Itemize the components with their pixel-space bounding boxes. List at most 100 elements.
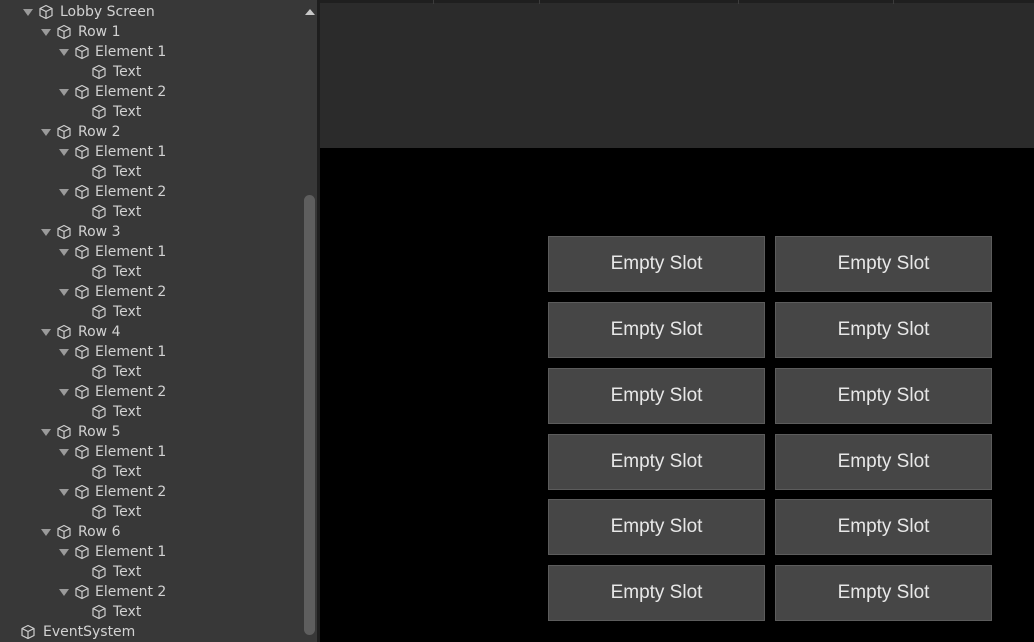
- hierarchy-item[interactable]: Lobby Screen: [0, 2, 300, 22]
- foldout-arrow-icon[interactable]: [58, 82, 70, 102]
- gameobject-cube-icon: [56, 124, 72, 140]
- hierarchy-item[interactable]: Element 1: [0, 442, 300, 462]
- hierarchy-item-label: Element 2: [95, 484, 167, 500]
- gameobject-cube-icon: [91, 564, 107, 580]
- foldout-arrow-icon[interactable]: [58, 582, 70, 602]
- foldout-arrow-icon[interactable]: [58, 382, 70, 402]
- foldout-arrow-icon[interactable]: [58, 482, 70, 502]
- toolbar-separator: [433, 0, 434, 4]
- hierarchy-item[interactable]: Text: [0, 402, 300, 422]
- hierarchy-item[interactable]: Text: [0, 362, 300, 382]
- hierarchy-item[interactable]: Text: [0, 102, 300, 122]
- gameobject-cube-icon: [74, 244, 90, 260]
- gameobject-cube-icon: [74, 84, 90, 100]
- gameobject-cube-icon: [38, 4, 54, 20]
- gameobject-cube-icon: [91, 504, 107, 520]
- hierarchy-item[interactable]: Text: [0, 562, 300, 582]
- empty-slot-button[interactable]: Empty Slot: [548, 565, 765, 621]
- empty-slot-button[interactable]: Empty Slot: [775, 565, 992, 621]
- gameobject-cube-icon: [74, 184, 90, 200]
- foldout-arrow-icon[interactable]: [58, 42, 70, 62]
- foldout-arrow-icon[interactable]: [22, 2, 34, 22]
- hierarchy-item[interactable]: Row 2: [0, 122, 300, 142]
- empty-slot-button[interactable]: Empty Slot: [775, 499, 992, 555]
- hierarchy-item[interactable]: Text: [0, 302, 300, 322]
- hierarchy-item[interactable]: Element 1: [0, 242, 300, 262]
- hierarchy-item[interactable]: Row 5: [0, 422, 300, 442]
- foldout-arrow-icon[interactable]: [40, 222, 52, 242]
- hierarchy-item[interactable]: Element 2: [0, 382, 300, 402]
- gameobject-cube-icon: [74, 584, 90, 600]
- foldout-arrow-icon[interactable]: [40, 22, 52, 42]
- empty-slot-button[interactable]: Empty Slot: [548, 499, 765, 555]
- foldout-arrow-icon[interactable]: [58, 282, 70, 302]
- hierarchy-item[interactable]: Element 2: [0, 282, 300, 302]
- hierarchy-item[interactable]: Row 6: [0, 522, 300, 542]
- gameobject-cube-icon: [91, 304, 107, 320]
- gameobject-cube-icon: [56, 424, 72, 440]
- gameobject-cube-icon: [91, 104, 107, 120]
- foldout-arrow-icon[interactable]: [40, 122, 52, 142]
- hierarchy-item[interactable]: Text: [0, 62, 300, 82]
- hierarchy-item[interactable]: Element 2: [0, 182, 300, 202]
- hierarchy-item[interactable]: Element 2: [0, 482, 300, 502]
- hierarchy-item-label: Text: [113, 604, 142, 620]
- hierarchy-item-label: Text: [113, 104, 142, 120]
- hierarchy-item[interactable]: Text: [0, 502, 300, 522]
- hierarchy-item[interactable]: Row 1: [0, 22, 300, 42]
- hierarchy-item[interactable]: Text: [0, 462, 300, 482]
- hierarchy-item[interactable]: Element 2: [0, 582, 300, 602]
- empty-slot-button[interactable]: Empty Slot: [548, 368, 765, 424]
- empty-slot-button[interactable]: Empty Slot: [775, 236, 992, 292]
- gameobject-cube-icon: [91, 464, 107, 480]
- foldout-arrow-icon[interactable]: [58, 542, 70, 562]
- gameobject-cube-icon: [56, 24, 72, 40]
- hierarchy-item[interactable]: Text: [0, 162, 300, 182]
- hierarchy-item-label: Text: [113, 304, 142, 320]
- empty-slot-button[interactable]: Empty Slot: [548, 434, 765, 490]
- empty-slot-button[interactable]: Empty Slot: [775, 302, 992, 358]
- foldout-arrow-icon[interactable]: [58, 242, 70, 262]
- hierarchy-item-label: Element 1: [95, 144, 167, 160]
- gameobject-cube-icon: [56, 324, 72, 340]
- scroll-up-arrow-icon[interactable]: [303, 4, 317, 18]
- gameobject-cube-icon: [56, 224, 72, 240]
- hierarchy-item[interactable]: EventSystem: [0, 622, 300, 642]
- hierarchy-item-label: Row 6: [78, 524, 121, 540]
- foldout-arrow-icon[interactable]: [40, 522, 52, 542]
- foldout-arrow-icon[interactable]: [58, 142, 70, 162]
- hierarchy-item-label: Element 2: [95, 384, 167, 400]
- hierarchy-item[interactable]: Element 1: [0, 42, 300, 62]
- hierarchy-item-label: Element 2: [95, 284, 167, 300]
- gameobject-cube-icon: [91, 204, 107, 220]
- foldout-arrow-icon[interactable]: [58, 182, 70, 202]
- foldout-arrow-icon[interactable]: [58, 442, 70, 462]
- hierarchy-item[interactable]: Text: [0, 202, 300, 222]
- hierarchy-item[interactable]: Element 1: [0, 542, 300, 562]
- hierarchy-item-label: Text: [113, 264, 142, 280]
- scrollbar-thumb[interactable]: [304, 195, 315, 635]
- empty-slot-button[interactable]: Empty Slot: [548, 236, 765, 292]
- empty-slot-button[interactable]: Empty Slot: [548, 302, 765, 358]
- toolbar-separator: [738, 0, 739, 4]
- hierarchy-item[interactable]: Text: [0, 262, 300, 282]
- hierarchy-item-label: Text: [113, 564, 142, 580]
- hierarchy-item[interactable]: Element 1: [0, 142, 300, 162]
- hierarchy-item[interactable]: Element 1: [0, 342, 300, 362]
- foldout-arrow-icon[interactable]: [40, 422, 52, 442]
- hierarchy-item[interactable]: Text: [0, 602, 300, 622]
- hierarchy-item-label: Text: [113, 404, 142, 420]
- hierarchy-item-label: Row 2: [78, 124, 121, 140]
- hierarchy-item[interactable]: Row 4: [0, 322, 300, 342]
- hierarchy-item[interactable]: Element 2: [0, 82, 300, 102]
- scene-view-panel: [320, 0, 1034, 148]
- empty-slot-button[interactable]: Empty Slot: [775, 368, 992, 424]
- toolbar-separator: [539, 0, 540, 4]
- foldout-arrow-icon[interactable]: [58, 342, 70, 362]
- hierarchy-item[interactable]: Row 3: [0, 222, 300, 242]
- foldout-arrow-icon[interactable]: [40, 322, 52, 342]
- gameobject-cube-icon: [74, 544, 90, 560]
- empty-slot-button[interactable]: Empty Slot: [775, 434, 992, 490]
- hierarchy-item-label: EventSystem: [43, 624, 136, 640]
- hierarchy-panel: Lobby Screen Row 1 Element 1 Text Element 2 T…: [0, 0, 317, 642]
